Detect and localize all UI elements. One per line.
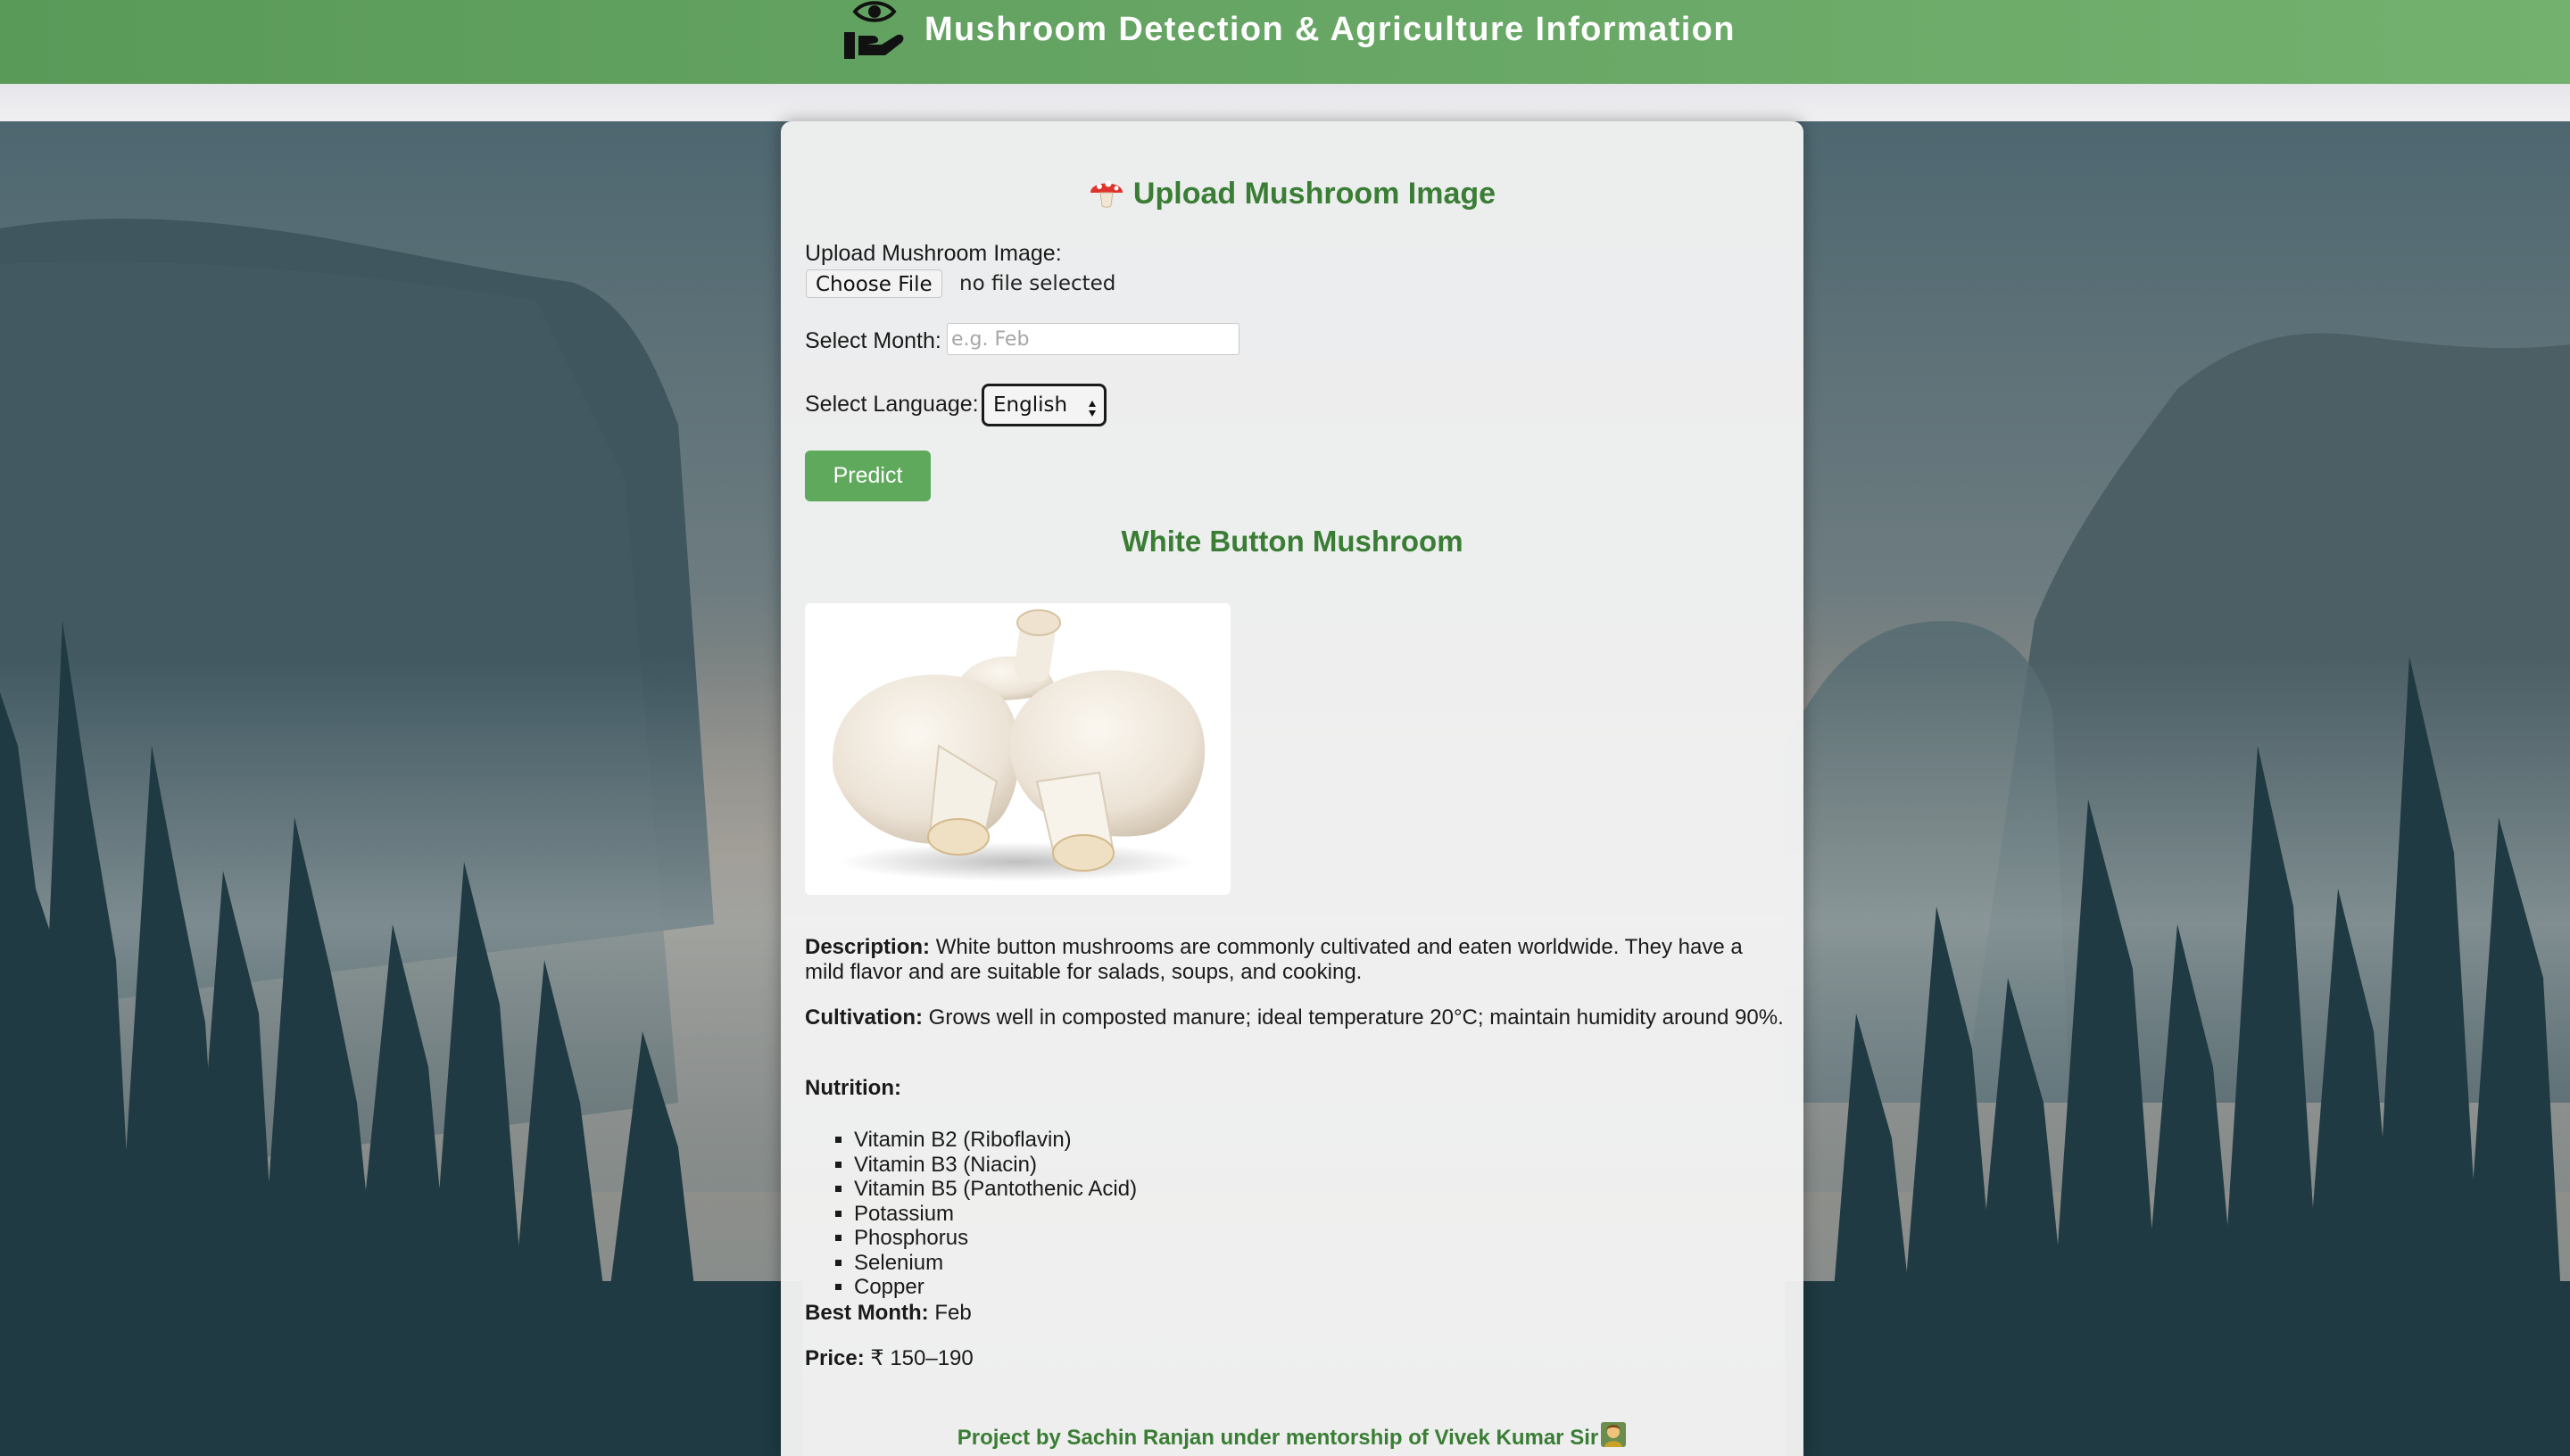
- result-mushroom-name: White Button Mushroom: [1121, 525, 1463, 558]
- list-item: Vitamin B3 (Niacin): [854, 1153, 1137, 1178]
- white-button-mushroom-photo: [805, 603, 1231, 895]
- select-arrows-icon: [1088, 394, 1097, 417]
- language-label: Select Language:: [805, 392, 979, 417]
- best-month-value: Feb: [934, 1301, 972, 1325]
- language-select[interactable]: English: [982, 384, 1107, 426]
- mushroom-icon: [1089, 175, 1124, 217]
- month-input[interactable]: [947, 323, 1239, 355]
- description-paragraph: Description: White button mushrooms are …: [805, 935, 1787, 985]
- teacher-emoji-icon: [1600, 1421, 1627, 1454]
- list-item: Potassium: [854, 1202, 1137, 1227]
- nav-bar: [0, 84, 2570, 121]
- app-title: Mushroom Detection & Agriculture Informa…: [924, 11, 1736, 48]
- description-text: White button mushrooms are commonly cult…: [805, 935, 1743, 984]
- description-label: Description:: [805, 935, 931, 959]
- cultivation-paragraph: Cultivation: Grows well in composted man…: [805, 1005, 1787, 1030]
- nutrition-label-text: Nutrition:: [805, 1076, 901, 1100]
- best-month-row: Best Month: Feb: [805, 1301, 1787, 1326]
- nutrition-label: Nutrition:: [805, 1076, 1787, 1101]
- month-label: Select Month:: [805, 328, 941, 353]
- footer-credit: Project by Sachin Ranjan under mentorshi…: [781, 1421, 1803, 1454]
- predict-button[interactable]: Predict: [805, 451, 931, 501]
- best-month-label: Best Month:: [805, 1301, 929, 1325]
- app-header: Mushroom Detection & Agriculture Informa…: [0, 0, 2570, 84]
- credit-text: Project by Sachin Ranjan under mentorshi…: [957, 1426, 1599, 1450]
- upload-heading: Upload Mushroom Image: [781, 175, 1803, 217]
- list-item: Phosphorus: [854, 1226, 1137, 1251]
- nutrition-list: Vitamin B2 (Riboflavin) Vitamin B3 (Niac…: [805, 1128, 1137, 1300]
- cultivation-text: Grows well in composted manure; ideal te…: [928, 1005, 1784, 1030]
- choose-file-button[interactable]: Choose File: [806, 269, 942, 298]
- file-status-text: no file selected: [959, 272, 1116, 295]
- list-item: Vitamin B2 (Riboflavin): [854, 1128, 1137, 1153]
- language-selected-value: English: [993, 393, 1068, 417]
- price-label: Price:: [805, 1346, 865, 1370]
- upload-card: Upload Mushroom Image Upload Mushroom Im…: [781, 121, 1803, 1456]
- list-item: Copper: [854, 1275, 1137, 1300]
- upload-label: Upload Mushroom Image:: [805, 241, 1062, 266]
- eye-hand-icon: [842, 0, 908, 62]
- price-value: ₹ 150–190: [870, 1346, 974, 1370]
- list-item: Selenium: [854, 1251, 1137, 1276]
- price-row: Price: ₹ 150–190: [805, 1346, 1787, 1371]
- list-item: Vitamin B5 (Pantothenic Acid): [854, 1177, 1137, 1202]
- cultivation-label: Cultivation:: [805, 1005, 923, 1030]
- upload-heading-text: Upload Mushroom Image: [1132, 177, 1496, 211]
